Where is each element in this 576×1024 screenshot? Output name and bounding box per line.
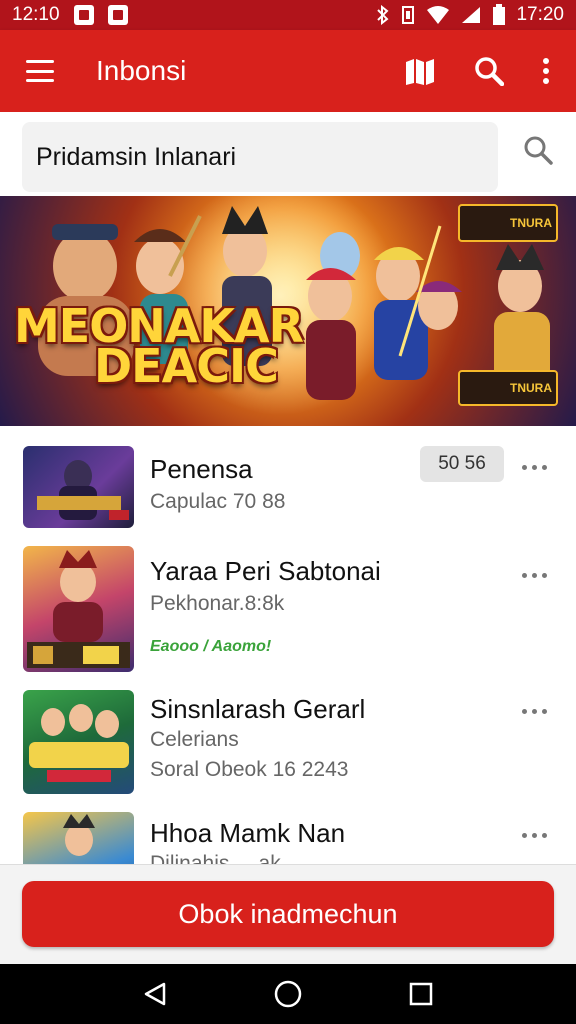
banner-badge-bottom-label: TNURA xyxy=(510,381,552,395)
home-icon[interactable] xyxy=(273,979,303,1009)
search-icon[interactable] xyxy=(522,134,554,166)
game-thumbnail xyxy=(23,690,134,794)
game-thumbnail xyxy=(23,446,134,528)
item-subtitle: Capulac 70 88 xyxy=(150,490,286,513)
game-thumbnail xyxy=(23,812,134,864)
back-icon[interactable] xyxy=(142,981,168,1007)
more-options-icon[interactable] xyxy=(522,570,552,580)
status-bar: 12:10 17:20 xyxy=(0,0,576,30)
app-bar: Inbonsi xyxy=(0,30,576,112)
more-options-icon[interactable] xyxy=(522,830,552,840)
menu-icon[interactable] xyxy=(26,60,54,82)
bluetooth-icon xyxy=(377,5,389,25)
notification-icon xyxy=(107,5,128,25)
item-subtitle: Celerians xyxy=(150,728,239,751)
status-time-left: 12:10 xyxy=(12,4,60,25)
battery-icon xyxy=(493,4,506,25)
signal-icon xyxy=(462,7,481,23)
item-subtitle-secondary: Soral Obeok 16 2243 xyxy=(150,758,349,781)
item-title: Sinsnlarash Gerarl xyxy=(150,694,366,724)
game-thumbnail xyxy=(23,546,134,672)
item-tag: Eaooo / Aaomo! xyxy=(150,638,272,655)
banner-badge-top-label: TNURA xyxy=(510,216,552,230)
game-list: Penensa Capulac 70 88 50 56 Yaraa Peri S… xyxy=(0,426,576,864)
list-item[interactable]: Penensa Capulac 70 88 50 56 xyxy=(0,426,576,546)
item-subtitle: Dilinahis ... ak xyxy=(150,852,281,864)
item-title: Yaraa Peri Sabtonai xyxy=(150,556,381,586)
bottom-action-area: Obok inadmechun xyxy=(0,864,576,964)
list-item[interactable]: Yaraa Peri Sabtonai Pekhonar.8:8k Eaooo … xyxy=(0,546,576,684)
item-subtitle: Pekhonar.8:8k xyxy=(150,592,285,615)
more-vert-icon[interactable] xyxy=(542,58,550,84)
list-item[interactable]: Hhoa Mamk Nan Dilinahis ... ak xyxy=(0,808,576,864)
search-icon[interactable] xyxy=(474,56,504,86)
wifi-icon xyxy=(427,6,450,24)
item-badge[interactable]: 50 56 xyxy=(420,446,504,482)
list-item[interactable]: Sinsnlarash Gerarl Celerians Soral Obeok… xyxy=(0,684,576,808)
promo-banner[interactable]: MEONAKAR DEACIC TNURA TNURA xyxy=(0,196,576,426)
search-row: Pridamsin Inlanari xyxy=(0,112,576,196)
recents-icon[interactable] xyxy=(408,981,434,1007)
banner-title: MEONAKAR DEACIC xyxy=(14,303,304,389)
more-options-icon[interactable] xyxy=(522,462,552,472)
primary-action-button[interactable]: Obok inadmechun xyxy=(22,881,554,947)
map-icon[interactable] xyxy=(404,56,436,86)
item-title: Hhoa Mamk Nan xyxy=(150,818,346,848)
banner-badge-top: TNURA xyxy=(458,204,558,242)
search-input[interactable]: Pridamsin Inlanari xyxy=(22,122,498,192)
status-time-right: 17:20 xyxy=(516,4,564,25)
app-title: Inbonsi xyxy=(96,55,187,86)
notification-icon xyxy=(73,5,94,25)
item-title: Penensa xyxy=(150,454,253,484)
vibrate-icon xyxy=(402,6,415,24)
more-options-icon[interactable] xyxy=(522,706,552,716)
banner-badge-bottom: TNURA xyxy=(458,370,558,406)
system-nav-bar xyxy=(0,964,576,1024)
